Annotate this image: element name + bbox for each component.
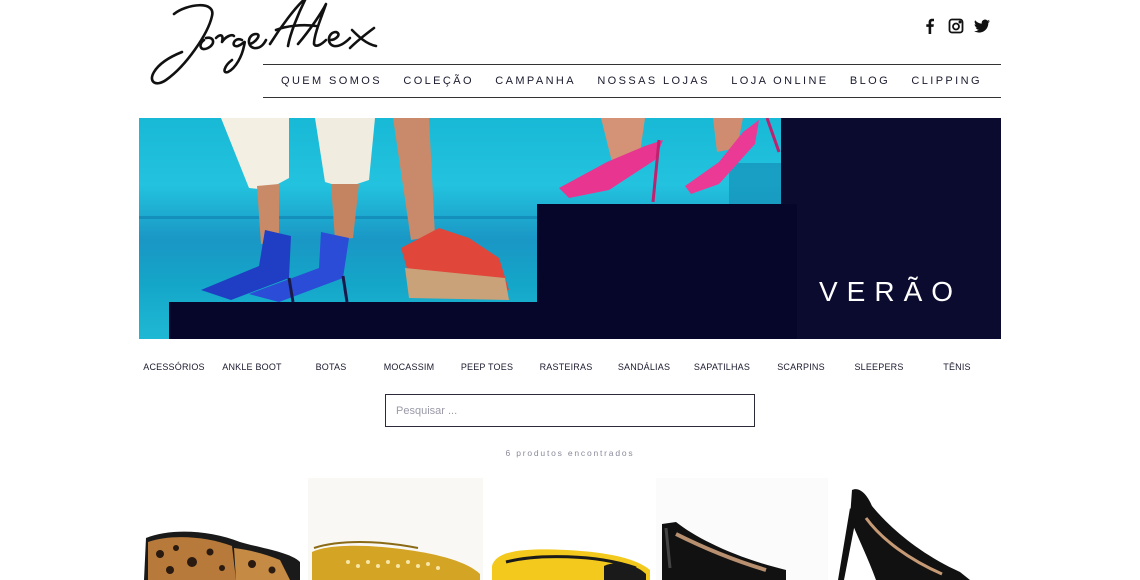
category-scarpins[interactable]: SCARPINS bbox=[777, 362, 825, 372]
category-botas[interactable]: BOTAS bbox=[316, 362, 347, 372]
product-image bbox=[308, 478, 483, 580]
product-image bbox=[656, 478, 828, 580]
nav-item-nossas-lojas[interactable]: NOSSAS LOJAS bbox=[597, 75, 710, 87]
category-sleepers[interactable]: SLEEPERS bbox=[854, 362, 903, 372]
nav-item-blog[interactable]: BLOG bbox=[850, 75, 890, 87]
nav-item-colecao[interactable]: COLEÇÃO bbox=[403, 75, 474, 87]
product-card-leopard-loafer[interactable] bbox=[140, 478, 305, 580]
product-card-black-stiletto[interactable] bbox=[830, 478, 1000, 580]
category-acessorios[interactable]: ACESSÓRIOS bbox=[143, 362, 205, 372]
product-image bbox=[492, 549, 650, 580]
product-card-yellow-flat[interactable] bbox=[308, 478, 483, 580]
category-mocassim[interactable]: MOCASSIM bbox=[384, 362, 435, 372]
search-input[interactable] bbox=[385, 394, 755, 427]
category-sapatilhas[interactable]: SAPATILHAS bbox=[694, 362, 750, 372]
nav-item-campanha[interactable]: CAMPANHA bbox=[495, 75, 576, 87]
category-ankle-boot[interactable]: ANKLE BOOT bbox=[222, 362, 282, 372]
product-image bbox=[838, 489, 970, 580]
category-tenis[interactable]: TÊNIS bbox=[943, 362, 971, 372]
nav-item-quem-somos[interactable]: QUEM SOMOS bbox=[281, 75, 382, 87]
results-count: 6 produtos encontrados bbox=[505, 448, 635, 458]
facebook-icon[interactable] bbox=[922, 18, 938, 34]
product-card-yellow-ballet-flat[interactable] bbox=[486, 478, 656, 580]
hero-banner[interactable]: VERÃO bbox=[139, 118, 1001, 339]
main-nav: QUEM SOMOS COLEÇÃO CAMPANHA NOSSAS LOJAS… bbox=[263, 64, 1001, 98]
category-nav: ACESSÓRIOS ANKLE BOOT BOTAS MOCASSIM PEE… bbox=[139, 362, 1001, 376]
hero-title: VERÃO bbox=[819, 276, 963, 307]
nav-item-clipping[interactable]: CLIPPING bbox=[911, 75, 982, 87]
category-sandalias[interactable]: SANDÁLIAS bbox=[618, 362, 670, 372]
nav-item-loja-online[interactable]: LOJA ONLINE bbox=[731, 75, 828, 87]
product-card-patent-pump[interactable] bbox=[656, 478, 828, 580]
social-links bbox=[922, 18, 990, 34]
category-rasteiras[interactable]: RASTEIRAS bbox=[540, 362, 593, 372]
instagram-icon[interactable] bbox=[948, 18, 964, 34]
category-peep-toes[interactable]: PEEP TOES bbox=[461, 362, 513, 372]
product-image bbox=[144, 531, 300, 580]
twitter-icon[interactable] bbox=[974, 18, 990, 34]
